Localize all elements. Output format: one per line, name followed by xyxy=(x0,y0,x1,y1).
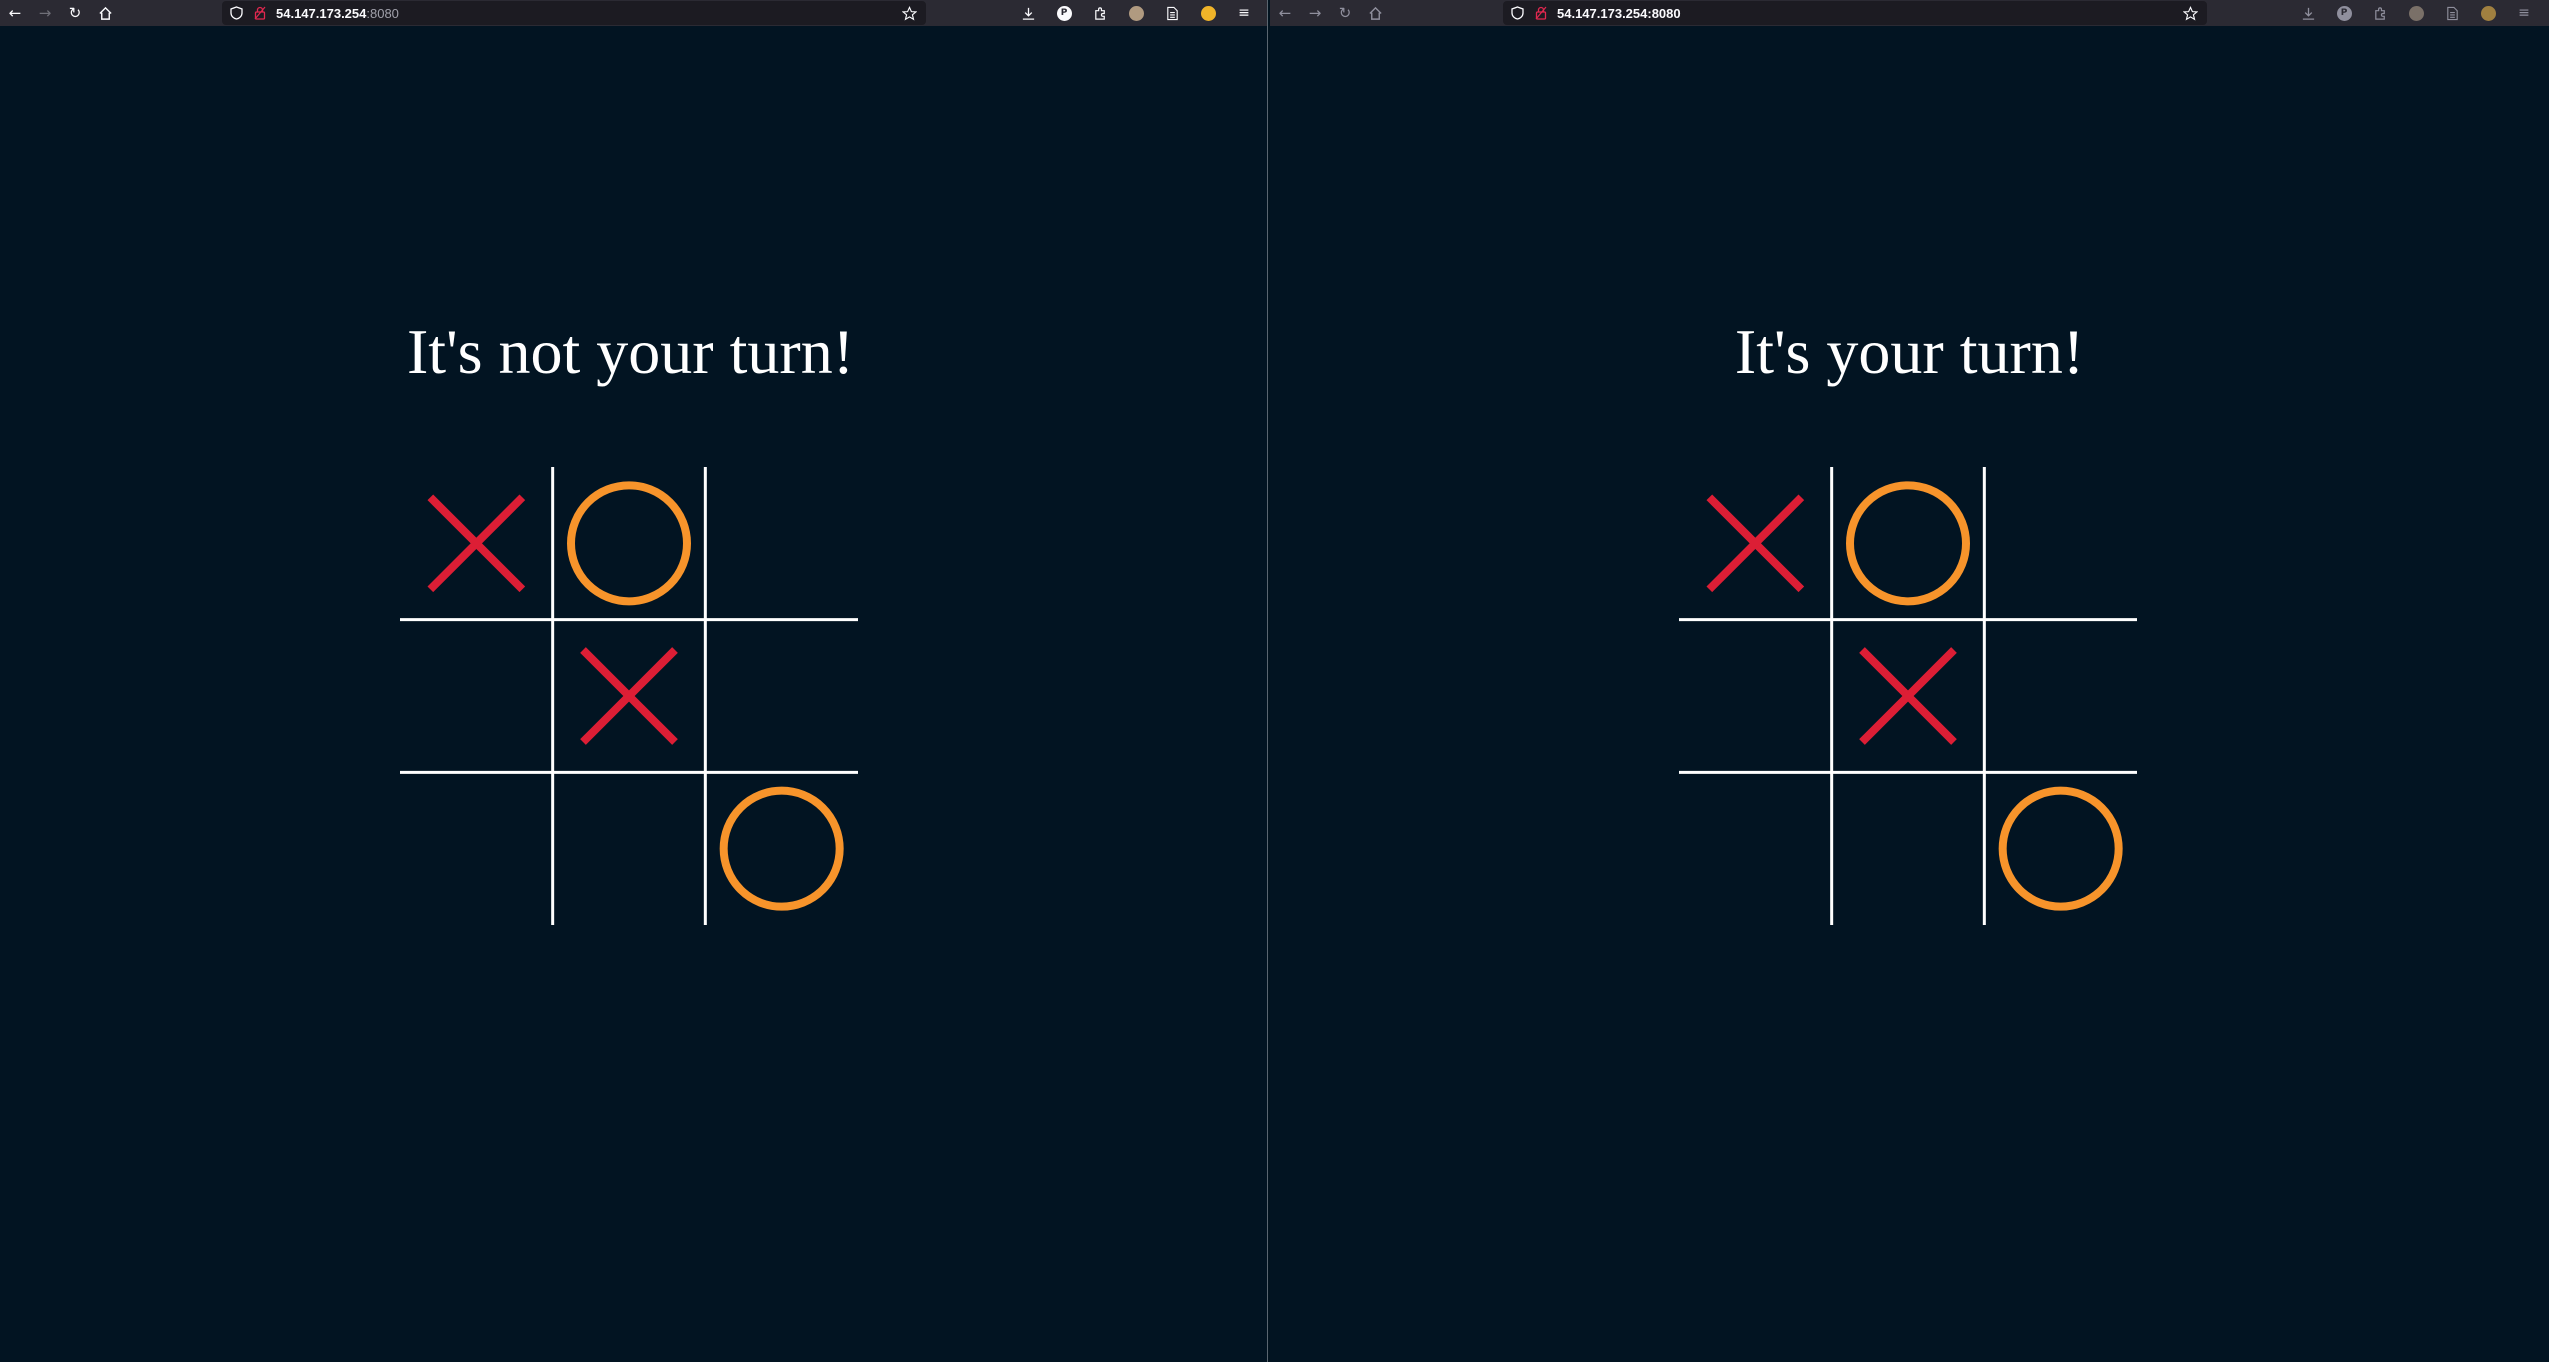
reload-icon[interactable]: ↻ xyxy=(1330,0,1360,26)
reader-document-icon[interactable] xyxy=(1154,0,1190,26)
board-cell-9[interactable] xyxy=(705,772,858,925)
board-svg[interactable] xyxy=(400,467,858,925)
board-cell-4[interactable] xyxy=(1679,620,1832,773)
browser-window-right: ← → ↻ 54.147.173.254:8080 P ≡ It's your… xyxy=(1270,0,2549,1362)
insecure-lock-icon[interactable] xyxy=(254,6,268,20)
board-cell-6[interactable] xyxy=(1984,620,2137,773)
board-cell-1[interactable] xyxy=(400,467,553,620)
address-bar[interactable]: 54.147.173.254:8080 xyxy=(1503,1,2207,25)
insecure-lock-icon[interactable] xyxy=(1535,6,1549,20)
forward-icon[interactable]: → xyxy=(30,0,60,26)
board-cell-7[interactable] xyxy=(400,772,553,925)
home-icon[interactable] xyxy=(90,0,120,26)
board-cell-6[interactable] xyxy=(705,620,858,773)
back-icon[interactable]: ← xyxy=(0,0,30,26)
url-port: :8080 xyxy=(366,5,399,21)
shield-icon[interactable] xyxy=(1511,6,1525,20)
board-cell-7[interactable] xyxy=(1679,772,1832,925)
extension-p-icon[interactable]: P xyxy=(1046,0,1082,26)
board-cell-9[interactable] xyxy=(1984,772,2137,925)
extension-emoji-icon[interactable] xyxy=(2470,0,2506,26)
board-cell-5[interactable] xyxy=(553,620,706,773)
extension-p-icon[interactable]: P xyxy=(2326,0,2362,26)
address-bar[interactable]: 54.147.173.254:8080 xyxy=(222,1,926,25)
url-host: 54.147.173.254 xyxy=(276,5,367,21)
extension-avatar-icon[interactable] xyxy=(1118,0,1154,26)
tic-tac-toe-board[interactable] xyxy=(1679,467,2137,925)
toolbar-right-icons: P ≡ xyxy=(1010,0,1262,26)
board-cell-2[interactable] xyxy=(1832,467,1985,620)
board-cell-1[interactable] xyxy=(1679,467,1832,620)
browser-window-left: ← → ↻ 54.147.173.254:8080 P ≡ It's not … xyxy=(0,0,1268,1362)
turn-status-heading: It's your turn! xyxy=(1734,316,2085,387)
forward-icon[interactable]: → xyxy=(1300,0,1330,26)
url-host: 54.147.173.254 xyxy=(1557,5,1648,21)
menu-icon[interactable]: ≡ xyxy=(1226,0,1262,26)
back-icon[interactable]: ← xyxy=(1270,0,1300,26)
home-icon[interactable] xyxy=(1360,0,1390,26)
board-cell-3[interactable] xyxy=(705,467,858,620)
shield-icon[interactable] xyxy=(230,6,244,20)
board-cell-3[interactable] xyxy=(1984,467,2137,620)
browser-toolbar: ← → ↻ 54.147.173.254:8080 P ≡ xyxy=(1270,0,2549,26)
board-cell-8[interactable] xyxy=(553,772,706,925)
toolbar-right-icons: P ≡ xyxy=(2290,0,2542,26)
bookmark-star-icon[interactable] xyxy=(900,4,918,22)
extension-emoji-icon[interactable] xyxy=(1190,0,1226,26)
download-icon[interactable] xyxy=(2290,0,2326,26)
browser-toolbar: ← → ↻ 54.147.173.254:8080 P ≡ xyxy=(0,0,1267,26)
bookmark-star-icon[interactable] xyxy=(2181,4,2199,22)
turn-status-heading: It's not your turn! xyxy=(406,316,855,387)
menu-icon[interactable]: ≡ xyxy=(2506,0,2542,26)
extensions-puzzle-icon[interactable] xyxy=(2362,0,2398,26)
download-icon[interactable] xyxy=(1010,0,1046,26)
tic-tac-toe-board[interactable] xyxy=(400,467,858,925)
url-port: :8080 xyxy=(1647,5,1681,21)
board-cell-8[interactable] xyxy=(1832,772,1985,925)
board-cell-2[interactable] xyxy=(553,467,706,620)
board-cell-4[interactable] xyxy=(400,620,553,773)
board-cell-5[interactable] xyxy=(1832,620,1985,773)
extensions-puzzle-icon[interactable] xyxy=(1082,0,1118,26)
board-svg[interactable] xyxy=(1679,467,2137,925)
reader-document-icon[interactable] xyxy=(2434,0,2470,26)
reload-icon[interactable]: ↻ xyxy=(60,0,90,26)
extension-avatar-icon[interactable] xyxy=(2398,0,2434,26)
